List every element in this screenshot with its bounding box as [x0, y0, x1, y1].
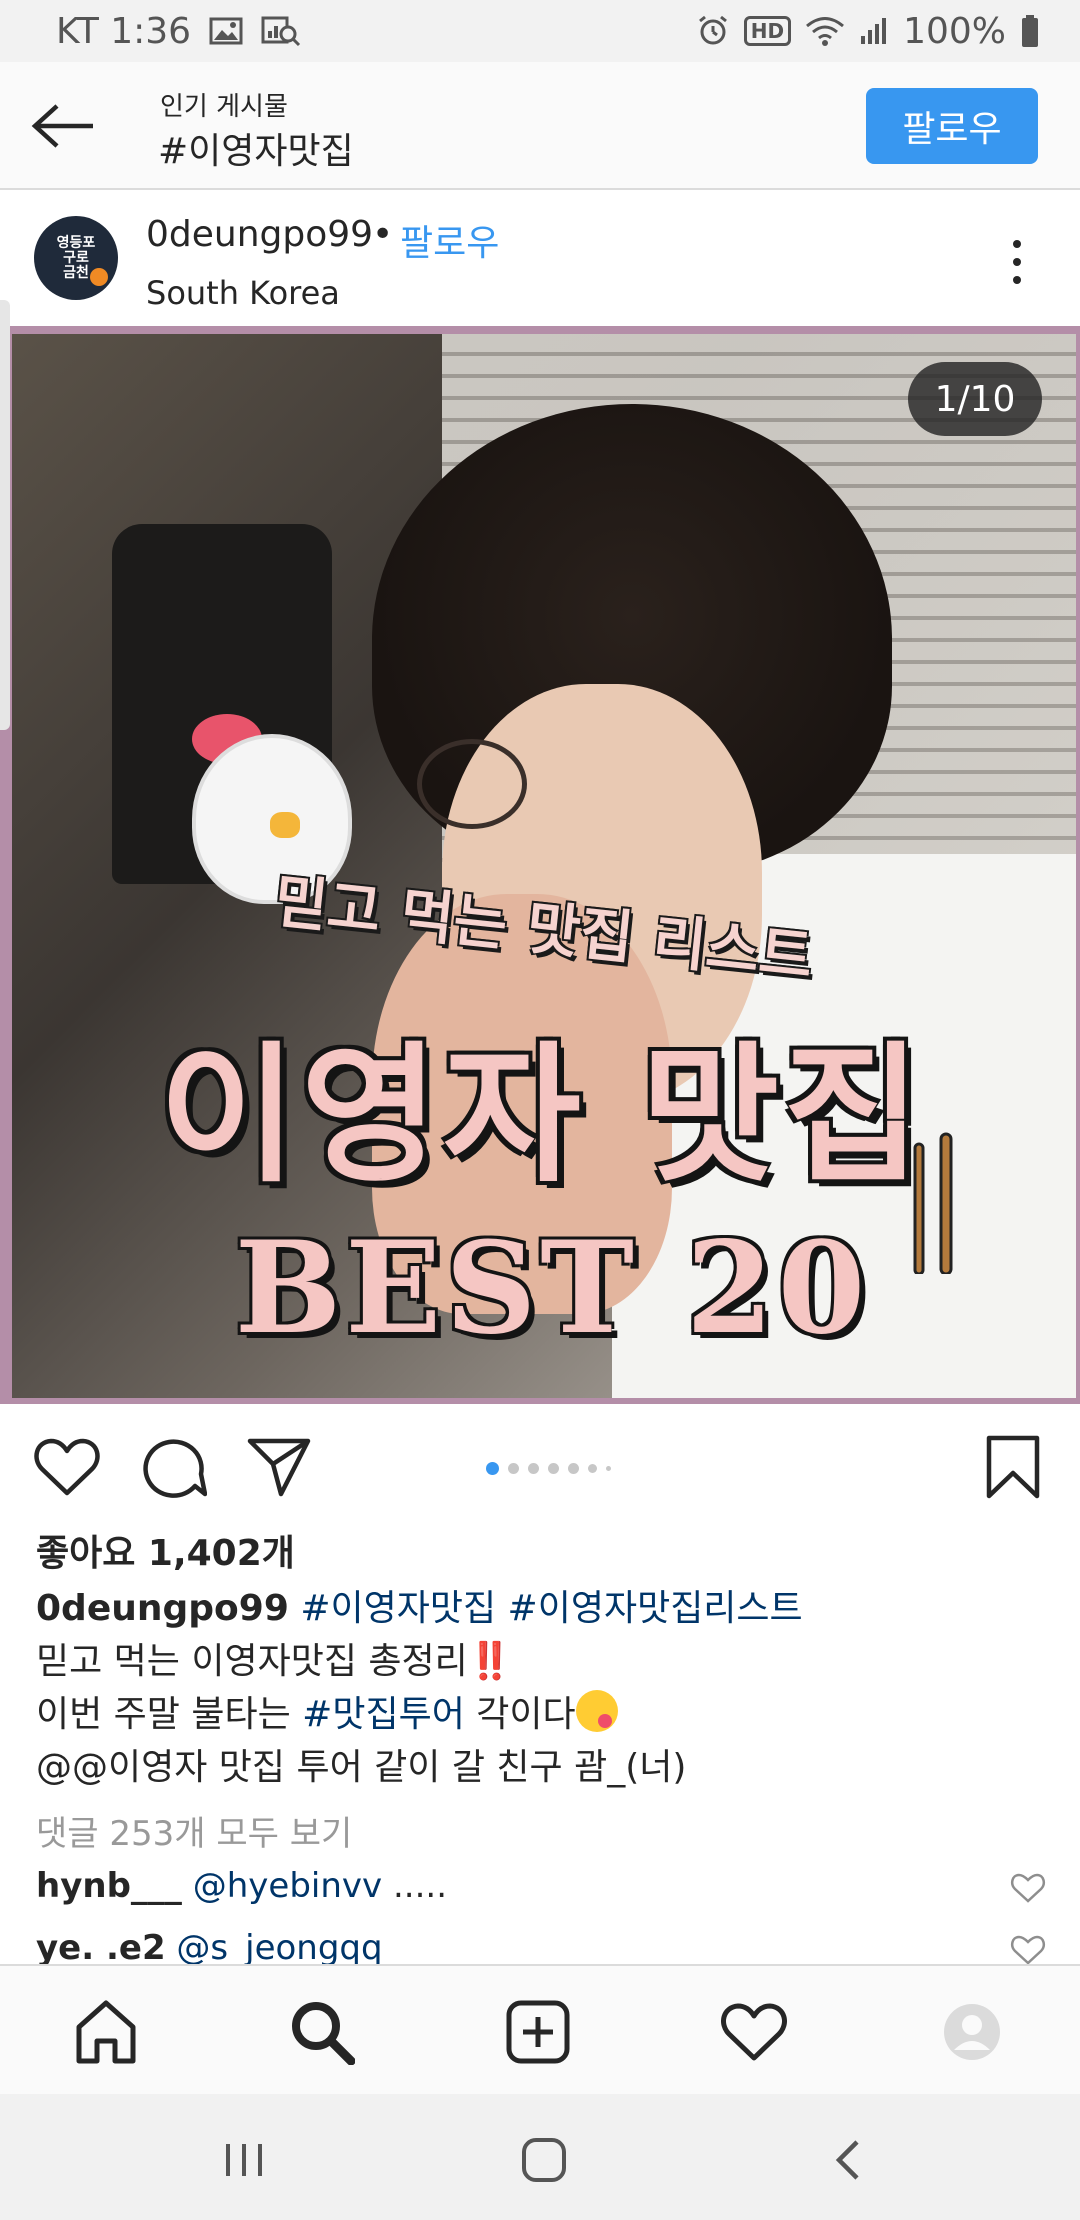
- follow-hashtag-button[interactable]: 팔로우: [866, 88, 1038, 164]
- recent-apps-icon[interactable]: [214, 2132, 274, 2188]
- comment-like-icon[interactable]: [1010, 1934, 1046, 1966]
- wifi-icon: [805, 15, 845, 47]
- like-count[interactable]: 좋아요 1,402개: [36, 1524, 295, 1576]
- hashtag-link[interactable]: #맛집투어: [302, 1694, 465, 1735]
- hd-voice-icon: HD: [743, 16, 792, 46]
- comment-mention[interactable]: @s_jeongqq: [176, 1928, 382, 1968]
- bookmark-icon[interactable]: [978, 1434, 1048, 1500]
- avatar-text: 금천: [63, 264, 89, 281]
- image-best-text: BEST 20: [234, 1214, 870, 1362]
- comment-username[interactable]: hynb___: [36, 1866, 182, 1906]
- hashtag-link[interactable]: #이영자맛집: [300, 1588, 496, 1629]
- home-button-icon[interactable]: [514, 2132, 574, 2188]
- post-photo: 믿고 먹는 맛집 리스트 이영자 맛집 BEST 20: [12, 334, 1076, 1398]
- post-image[interactable]: 믿고 먹는 맛집 리스트 이영자 맛집 BEST 20 1/10: [0, 326, 1080, 1404]
- activity-heart-icon[interactable]: [716, 1994, 792, 2070]
- system-navigation: [0, 2094, 1080, 2220]
- post-username[interactable]: 0deungpo99: [146, 214, 373, 255]
- edge-panel-handle[interactable]: [0, 300, 10, 730]
- avatar[interactable]: 영등포 구로 금천: [34, 216, 118, 300]
- avatar-badge: [90, 268, 108, 286]
- page-title: #이영자맛집: [158, 131, 354, 172]
- avatar-text: 영등포: [56, 234, 96, 251]
- home-icon[interactable]: [68, 1994, 144, 2070]
- search-icon[interactable]: [284, 1994, 360, 2070]
- comment-row: hynb___ @hyebinvv .....: [36, 1866, 1046, 1906]
- battery-percent: 100%: [903, 10, 1006, 52]
- image-search-icon: [261, 15, 301, 47]
- follow-user-link[interactable]: 팔로우: [400, 214, 499, 266]
- caption-username[interactable]: 0deungpo99: [36, 1588, 289, 1629]
- top-header: 인기 게시물 #이영자맛집 팔로우: [0, 62, 1080, 190]
- caption-text: 각이다: [464, 1694, 576, 1735]
- share-icon[interactable]: [244, 1434, 314, 1500]
- post-caption: 0deungpo99 #이영자맛집 #이영자맛집리스트 믿고 먹는 이영자맛집 …: [36, 1582, 1046, 1794]
- comment-username[interactable]: ye. .e2: [36, 1928, 166, 1968]
- carousel-counter: 1/10: [908, 362, 1042, 436]
- back-button-icon[interactable]: [818, 2132, 878, 2188]
- comment-mention[interactable]: @hyebinvv: [193, 1866, 382, 1906]
- avatar-text: 구로: [63, 249, 89, 266]
- more-options-icon[interactable]: [1000, 234, 1034, 290]
- profile-icon[interactable]: [934, 1994, 1010, 2070]
- battery-icon: [1020, 14, 1040, 48]
- separator-dot: •: [372, 214, 394, 255]
- post-location[interactable]: South Korea: [146, 274, 340, 312]
- comment-text: .....: [382, 1866, 448, 1906]
- hashtag-link[interactable]: #이영자맛집리스트: [508, 1588, 803, 1629]
- gallery-icon: [209, 16, 243, 46]
- alarm-icon: [696, 14, 730, 48]
- yum-face-icon: [575, 1690, 618, 1732]
- caption-text: 이번 주말 불타는: [36, 1694, 303, 1735]
- comment-row: ye. .e2 @s_jeongqq: [36, 1928, 1046, 1968]
- view-all-comments-link[interactable]: 댓글 253개 모두 보기: [36, 1806, 352, 1855]
- post-header: 영등포 구로 금천 0deungpo99 • 팔로우 South Korea: [0, 190, 1080, 326]
- status-bar: KT 1:36 HD 100%: [0, 0, 1080, 62]
- back-arrow-icon[interactable]: [30, 98, 96, 154]
- add-post-icon[interactable]: [500, 1994, 576, 2070]
- header-subtitle: 인기 게시물: [160, 92, 288, 122]
- signal-icon: [859, 16, 889, 46]
- double-exclamation-icon: ‼️: [467, 1641, 513, 1682]
- image-title-text: 이영자 맛집: [158, 1029, 926, 1203]
- caption-text: @@이영자 맛집 투어 같이 갈 친구 괌_(너): [36, 1747, 687, 1788]
- bottom-navigation: [0, 1964, 1080, 2094]
- like-heart-icon[interactable]: [32, 1434, 102, 1500]
- comment-icon[interactable]: [140, 1434, 210, 1500]
- comment-like-icon[interactable]: [1010, 1872, 1046, 1904]
- caption-text: 믿고 먹는 이영자맛집 총정리: [36, 1641, 468, 1682]
- carousel-indicator: [486, 1460, 611, 1476]
- status-time: KT 1:36: [56, 10, 192, 52]
- post-actions: [0, 1404, 1080, 1524]
